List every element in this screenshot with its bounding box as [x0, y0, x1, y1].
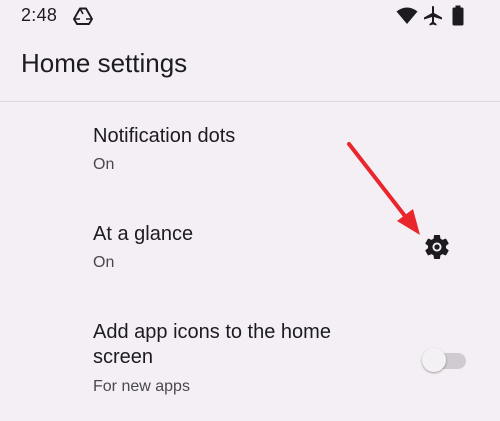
status-clock: 2:48 [21, 5, 58, 25]
airplane-mode-icon [424, 6, 442, 26]
preference-add-app-icons[interactable]: Add app icons to the home screen For new… [0, 310, 500, 420]
preference-summary: On [93, 254, 115, 271]
battery-icon [452, 5, 464, 26]
wifi-icon [396, 7, 418, 24]
page-title: Home settings [21, 48, 188, 78]
status-bar: 2:48 [0, 0, 500, 34]
android-settings-screen: 2:48 Home settings Notification dots On … [0, 0, 500, 421]
header-divider [0, 101, 500, 102]
preference-title: Notification dots [93, 125, 236, 147]
preference-at-a-glance[interactable]: At a glance On [0, 210, 500, 300]
preference-title: At a glance [93, 223, 194, 245]
drive-icon [73, 7, 93, 25]
preference-notification-dots[interactable]: Notification dots On [0, 112, 500, 200]
preference-summary: On [93, 156, 115, 173]
preference-summary: For new apps [93, 378, 190, 395]
toggle-thumb [422, 348, 446, 372]
add-app-icons-toggle[interactable] [422, 348, 468, 372]
gear-icon[interactable] [422, 232, 452, 262]
preference-title: Add app icons to the home screen [93, 321, 331, 368]
